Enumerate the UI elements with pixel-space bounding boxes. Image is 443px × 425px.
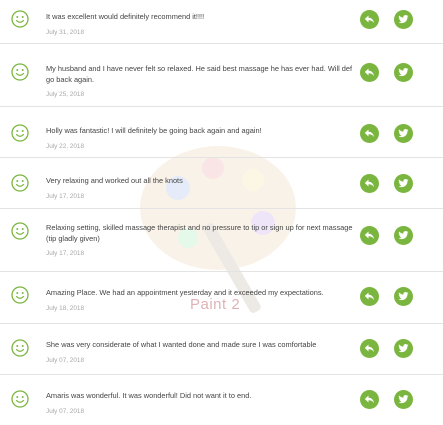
review-text: It was excellent would definitely recomm…	[46, 12, 205, 21]
twitter-bird-icon	[398, 292, 409, 301]
review-date: July 25, 2018	[46, 91, 85, 98]
twitter-bird-icon	[398, 15, 409, 24]
reply-arrow-icon	[364, 344, 374, 352]
twitter-bird-icon	[398, 129, 409, 138]
twitter-bird-icon	[398, 344, 409, 353]
smiley-face-icon	[11, 286, 29, 304]
review-text: Amaris was wonderful. It was wonderful! …	[46, 391, 252, 400]
review-text: Relaxing setting, skilled massage therap…	[46, 223, 353, 243]
twitter-bird-icon	[398, 231, 409, 240]
twitter-bird-icon	[398, 395, 409, 404]
reply-arrow-icon	[364, 68, 374, 76]
smiley-face-icon	[11, 174, 29, 192]
twitter-share-button[interactable]	[394, 390, 413, 409]
reply-arrow-icon	[364, 129, 374, 137]
reply-button[interactable]	[360, 339, 379, 358]
review-row: Holly was fantastic! I will definitely b…	[0, 107, 443, 158]
smiley-face-icon	[11, 222, 29, 240]
review-date: July 17, 2018	[46, 250, 85, 257]
twitter-bird-icon	[398, 179, 409, 188]
reply-arrow-icon	[364, 231, 374, 239]
review-date: July 22, 2018	[46, 142, 85, 150]
review-text: She was very considerate of what I wante…	[46, 340, 317, 349]
twitter-share-button[interactable]	[394, 287, 413, 306]
reviews-list: It was excellent would definitely recomm…	[0, 0, 443, 425]
reply-button[interactable]	[360, 124, 379, 143]
smiley-face-icon	[11, 63, 29, 81]
twitter-share-button[interactable]	[394, 10, 413, 29]
review-date: July 18, 2018	[46, 304, 85, 312]
review-row: My husband and I have never felt so rela…	[0, 44, 443, 107]
review-row: Amazing Place. We had an appointment yes…	[0, 272, 443, 324]
twitter-share-button[interactable]	[394, 124, 413, 143]
smiley-face-icon	[11, 124, 29, 142]
smiley-face-icon	[11, 10, 29, 28]
review-row: It was excellent would definitely recomm…	[0, 0, 443, 44]
review-row: Very relaxing and worked out all the kno…	[0, 158, 443, 209]
review-row: She was very considerate of what I wante…	[0, 324, 443, 375]
reply-button[interactable]	[360, 10, 379, 29]
review-date: July 07, 2018	[46, 356, 85, 364]
review-date: July 31, 2018	[46, 28, 85, 36]
reply-arrow-icon	[364, 292, 374, 300]
twitter-bird-icon	[398, 68, 409, 77]
reply-arrow-icon	[364, 395, 374, 403]
reply-arrow-icon	[364, 15, 374, 23]
smiley-face-icon	[11, 390, 29, 408]
review-text: Holly was fantastic! I will definitely b…	[46, 126, 262, 135]
smiley-face-icon	[11, 339, 29, 357]
reply-button[interactable]	[360, 174, 379, 193]
reply-button[interactable]	[360, 287, 379, 306]
twitter-share-button[interactable]	[394, 174, 413, 193]
twitter-share-button[interactable]	[394, 63, 413, 82]
reply-button[interactable]	[360, 226, 379, 245]
twitter-share-button[interactable]	[394, 339, 413, 358]
reply-arrow-icon	[364, 179, 374, 187]
review-row: Amaris was wonderful. It was wonderful! …	[0, 375, 443, 425]
review-date: July 17, 2018	[46, 192, 85, 200]
review-row: Relaxing setting, skilled massage therap…	[0, 209, 443, 272]
review-text: Very relaxing and worked out all the kno…	[46, 176, 183, 185]
twitter-share-button[interactable]	[394, 226, 413, 245]
reply-button[interactable]	[360, 63, 379, 82]
reply-button[interactable]	[360, 390, 379, 409]
review-text: Amazing Place. We had an appointment yes…	[46, 288, 324, 297]
review-text: My husband and I have never felt so rela…	[46, 64, 353, 84]
review-date: July 07, 2018	[46, 407, 85, 415]
